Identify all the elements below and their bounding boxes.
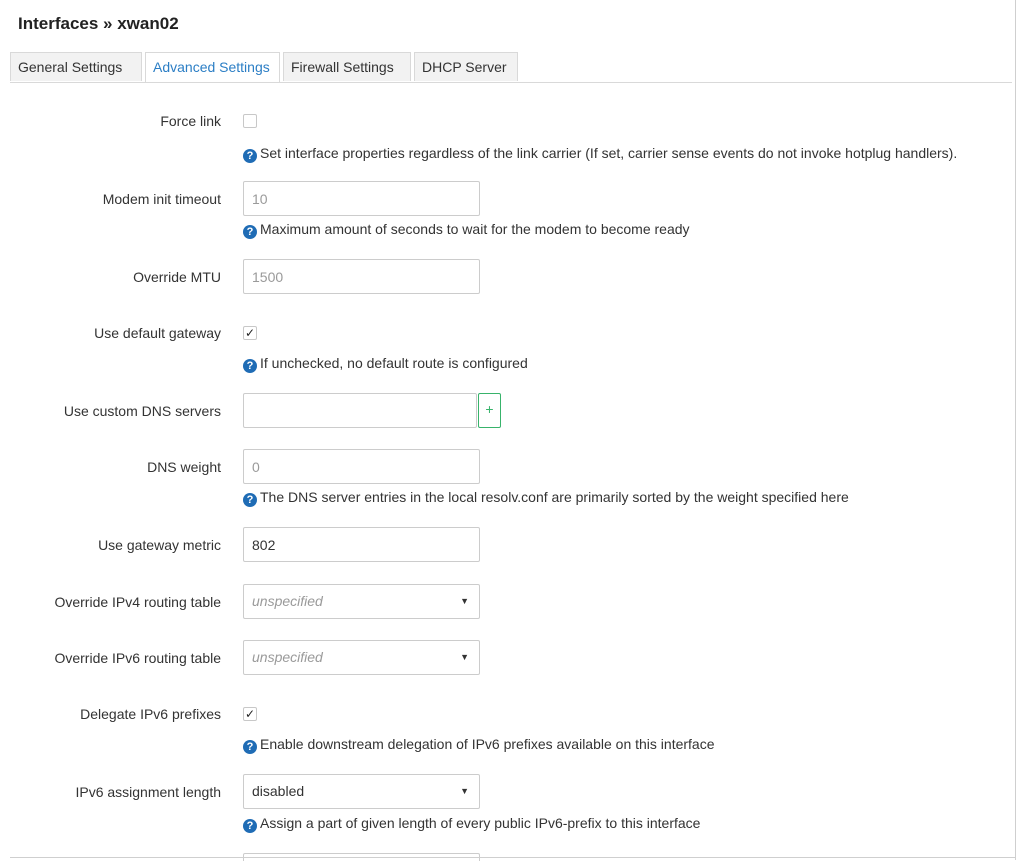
force-link-help: ? Set interface properties regardless of … bbox=[243, 145, 957, 163]
ipv6-assignment-length-help: ? Assign a part of given length of every … bbox=[243, 815, 700, 833]
delegate-ipv6-label: Delegate IPv6 prefixes bbox=[80, 706, 221, 722]
override-mtu-input[interactable] bbox=[243, 259, 480, 294]
ipv6-assignment-length-help-text: Assign a part of given length of every p… bbox=[260, 815, 701, 831]
modem-init-timeout-help: ? Maximum amount of seconds to wait for t… bbox=[243, 221, 690, 239]
ipv4-routing-table-value: unspecified bbox=[252, 593, 323, 609]
default-gateway-checkbox[interactable]: ✓ bbox=[243, 326, 257, 340]
ipv6-assignment-length-label: IPv6 assignment length bbox=[75, 784, 221, 800]
modem-init-timeout-label: Modem init timeout bbox=[102, 191, 221, 207]
dns-weight-help-text: The DNS server entries in the local reso… bbox=[260, 489, 849, 505]
chevron-down-icon: ▼ bbox=[460, 596, 469, 606]
modem-init-timeout-help-text: Maximum amount of seconds to wait for th… bbox=[260, 221, 690, 237]
chevron-down-icon: ▼ bbox=[460, 786, 469, 796]
dns-weight-input[interactable] bbox=[243, 449, 480, 484]
ipv6-routing-table-select[interactable]: unspecified ▼ bbox=[243, 640, 480, 675]
tab-advanced-settings[interactable]: Advanced Settings bbox=[145, 52, 280, 82]
delegate-ipv6-help-text: Enable downstream delegation of IPv6 pre… bbox=[260, 736, 715, 752]
ipv6-routing-table-label: Override IPv6 routing table bbox=[54, 650, 221, 666]
delegate-ipv6-help: ? Enable downstream delegation of IPv6 pr… bbox=[243, 736, 715, 754]
help-icon: ? bbox=[243, 359, 257, 373]
tab-firewall-settings[interactable]: Firewall Settings bbox=[283, 52, 411, 81]
custom-dns-label: Use custom DNS servers bbox=[63, 403, 221, 419]
ipv6-routing-table-value: unspecified bbox=[252, 649, 323, 665]
tab-bar: General Settings Advanced Settings Firew… bbox=[10, 52, 1012, 83]
help-icon: ? bbox=[243, 740, 257, 754]
ipv6-assignment-length-select[interactable]: disabled ▼ bbox=[243, 774, 480, 809]
page-right-border bbox=[1015, 0, 1016, 860]
default-gateway-label: Use default gateway bbox=[94, 325, 221, 341]
chevron-down-icon: ▼ bbox=[460, 652, 469, 662]
page-title: Interfaces » xwan02 bbox=[18, 14, 179, 33]
default-gateway-help: ? If unchecked, no default route is confi… bbox=[243, 355, 528, 373]
dns-weight-help: ? The DNS server entries in the local res… bbox=[243, 489, 849, 507]
tab-dhcp-server[interactable]: DHCP Server bbox=[414, 52, 518, 81]
force-link-label: Force link bbox=[160, 113, 221, 129]
help-icon: ? bbox=[243, 493, 257, 507]
tab-general-settings[interactable]: General Settings bbox=[10, 52, 142, 81]
force-link-checkbox[interactable] bbox=[243, 114, 257, 128]
gateway-metric-label: Use gateway metric bbox=[98, 537, 221, 553]
ipv4-routing-table-label: Override IPv4 routing table bbox=[54, 594, 221, 610]
gateway-metric-input[interactable] bbox=[243, 527, 480, 562]
delegate-ipv6-checkbox[interactable]: ✓ bbox=[243, 707, 257, 721]
add-dns-button[interactable]: + bbox=[478, 393, 501, 428]
help-icon: ? bbox=[243, 225, 257, 239]
page-bottom-border bbox=[10, 857, 1015, 858]
default-gateway-help-text: If unchecked, no default route is config… bbox=[260, 355, 528, 371]
modem-init-timeout-input[interactable] bbox=[243, 181, 480, 216]
custom-dns-input[interactable] bbox=[243, 393, 477, 428]
help-icon: ? bbox=[243, 819, 257, 833]
ipv4-routing-table-select[interactable]: unspecified ▼ bbox=[243, 584, 480, 619]
force-link-help-text: Set interface properties regardless of t… bbox=[260, 145, 958, 161]
override-mtu-label: Override MTU bbox=[133, 269, 221, 285]
ipv6-assignment-length-value: disabled bbox=[252, 783, 305, 799]
dns-weight-label: DNS weight bbox=[147, 459, 221, 475]
help-icon: ? bbox=[243, 149, 257, 163]
